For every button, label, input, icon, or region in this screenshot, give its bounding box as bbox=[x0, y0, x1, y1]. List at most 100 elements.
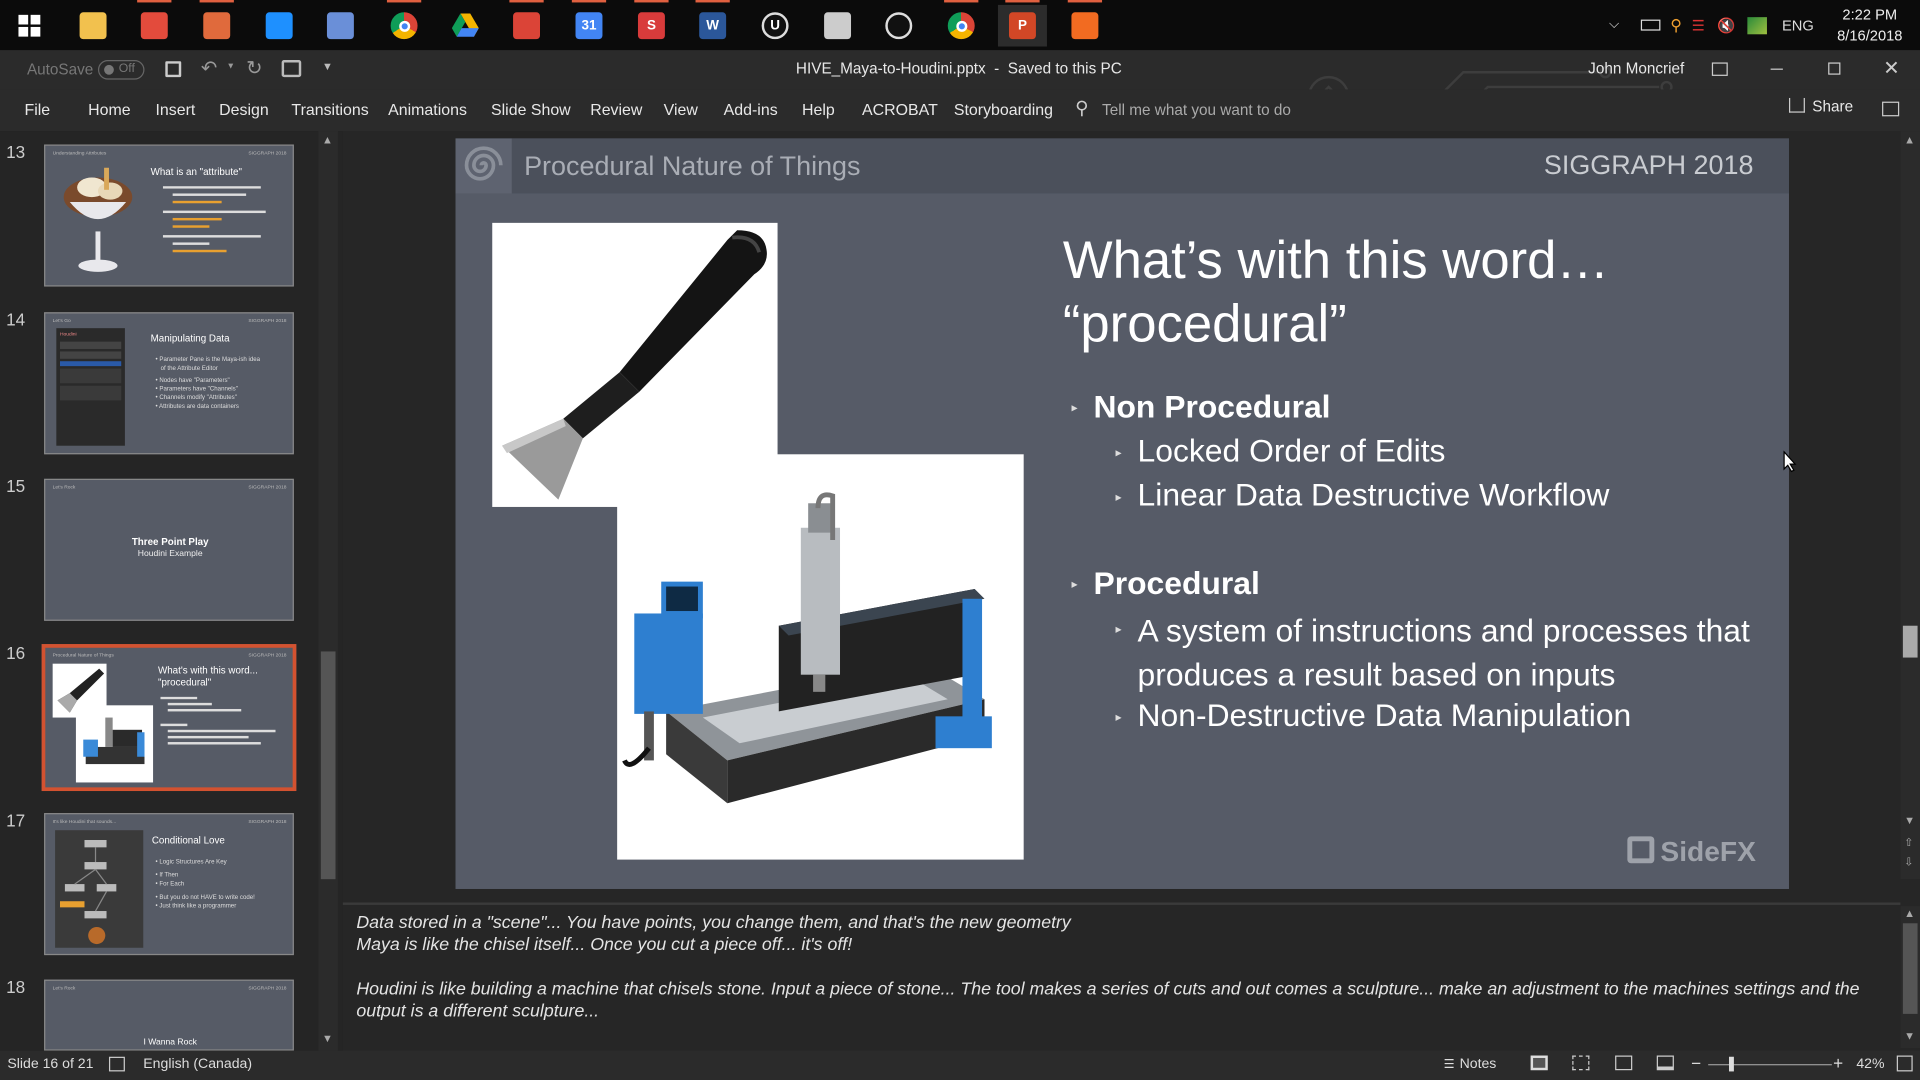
taskbar-app-gmail[interactable] bbox=[502, 0, 551, 47]
zoom-level[interactable]: 42% bbox=[1856, 1057, 1884, 1072]
thumbnail-scrollbar[interactable]: ▲ ▼ bbox=[318, 131, 338, 1051]
scroll-down-arrow-icon[interactable]: ▼ bbox=[1904, 1030, 1915, 1042]
taskbar-app-scanner-app[interactable] bbox=[813, 5, 862, 47]
bullet-line: A system of instructions and processes t… bbox=[1137, 612, 1750, 649]
slide-canvas[interactable]: Procedural Nature of Things SIGGRAPH 201… bbox=[455, 138, 1789, 889]
slide-thumbnail-18[interactable]: Let's Rock SIGGRAPH 2018 I Wanna Rock bbox=[44, 979, 294, 1051]
tab-help[interactable]: Help bbox=[802, 100, 835, 118]
taskbar-app-notes-app[interactable] bbox=[316, 5, 365, 47]
slide-scrollbar[interactable]: ▲ ▼ ⇧ ⇩ bbox=[1900, 131, 1920, 880]
tab-transitions[interactable]: Transitions bbox=[291, 100, 368, 118]
system-clock[interactable]: 2:22 PM 8/16/2018 bbox=[1832, 5, 1908, 47]
document-title: HIVE_Maya-to-Houdini.pptx - Saved to thi… bbox=[795, 60, 1122, 78]
bullet-system-of-instructions: A system of instructions and processes t… bbox=[1138, 609, 1750, 697]
customize-quick-access-icon[interactable]: ▼ bbox=[322, 60, 333, 72]
taskbar-app-aperture-app[interactable] bbox=[874, 5, 923, 47]
start-from-beginning-icon[interactable] bbox=[281, 60, 302, 78]
zoom-slider-handle[interactable] bbox=[1728, 1056, 1734, 1072]
slide-thumbnail-14[interactable]: Let's Go SIGGRAPH 2018 Houdini Manipulat… bbox=[44, 312, 294, 455]
zoom-out-icon[interactable]: − bbox=[1691, 1053, 1701, 1073]
scroll-up-arrow-icon[interactable]: ▲ bbox=[322, 133, 333, 145]
slide-show-view-icon[interactable] bbox=[1656, 1055, 1674, 1071]
tab-view[interactable]: View bbox=[664, 100, 698, 118]
tab-file[interactable]: File bbox=[24, 100, 50, 118]
slide-sorter-view-icon[interactable] bbox=[1572, 1055, 1590, 1071]
restore-icon[interactable] bbox=[1828, 62, 1841, 75]
taskbar-app-calendar[interactable]: 31 bbox=[564, 0, 613, 47]
network-status-icon[interactable]: ☰ bbox=[1692, 17, 1705, 34]
close-window-icon[interactable]: ✕ bbox=[1883, 56, 1899, 80]
taskbar-app-app-orange[interactable] bbox=[192, 0, 241, 47]
show-hidden-icons-chevron-icon[interactable]: ⌵ bbox=[1609, 17, 1629, 33]
windows-taskbar: 31 S W U P ⌵ ⚲ ☰ 🔇 ENG 2:22 PM 8/16/2018 bbox=[0, 0, 1920, 51]
tab-acrobat[interactable]: ACROBAT bbox=[862, 100, 938, 118]
slide-thumbnail-13[interactable]: Understanding Attributes SIGGRAPH 2018 W… bbox=[44, 144, 294, 287]
battery-icon[interactable] bbox=[1640, 19, 1661, 31]
scroll-up-arrow-icon[interactable]: ▲ bbox=[1904, 133, 1915, 145]
taskbar-app-houdini[interactable] bbox=[1060, 0, 1109, 47]
scroll-thumb[interactable] bbox=[1902, 625, 1918, 658]
search-app-tray-icon[interactable]: ⚲ bbox=[1670, 15, 1682, 35]
tab-animations[interactable]: Animations bbox=[388, 100, 467, 118]
save-icon[interactable] bbox=[165, 61, 182, 78]
zoom-slider[interactable] bbox=[1708, 1056, 1832, 1072]
thumbnail-header: Understanding Attributes bbox=[52, 149, 107, 156]
tab-storyboarding[interactable]: Storyboarding bbox=[954, 100, 1053, 118]
notes-toggle-button[interactable]: ☰ Notes bbox=[1444, 1057, 1497, 1072]
sub-bullet-arrow-icon: ▸ bbox=[1115, 446, 1122, 461]
tab-slide-show[interactable]: Slide Show bbox=[491, 100, 571, 118]
fit-slide-to-window-icon[interactable] bbox=[1896, 1055, 1913, 1072]
notes-scrollbar[interactable]: ▲ ▼ bbox=[1900, 906, 1920, 1049]
taskbar-app-file-explorer[interactable] bbox=[69, 5, 118, 47]
account-user-name[interactable]: John Moncrief bbox=[1588, 60, 1684, 77]
ribbon-display-options-icon[interactable] bbox=[1711, 62, 1728, 76]
comments-icon[interactable] bbox=[1882, 101, 1900, 117]
undo-dropdown-icon[interactable]: ▼ bbox=[227, 62, 235, 71]
thumbnail-header: Procedural Nature of Things bbox=[52, 651, 114, 658]
normal-view-icon[interactable] bbox=[1530, 1055, 1548, 1071]
scroll-thumb[interactable] bbox=[320, 651, 336, 880]
reading-view-icon[interactable] bbox=[1615, 1055, 1633, 1071]
taskbar-app-app-red[interactable] bbox=[130, 0, 179, 47]
zoom-in-icon[interactable]: + bbox=[1833, 1053, 1843, 1073]
minimize-icon[interactable] bbox=[1770, 68, 1783, 70]
tab-home[interactable]: Home bbox=[88, 100, 130, 118]
scroll-up-arrow-icon[interactable]: ▲ bbox=[1904, 907, 1915, 919]
taskbar-app-chrome-profile[interactable] bbox=[937, 0, 986, 47]
taskbar-app-unreal[interactable]: U bbox=[751, 5, 800, 47]
taskbar-app-sheets-app[interactable]: S bbox=[627, 0, 676, 47]
tab-add-ins[interactable]: Add-ins bbox=[724, 100, 778, 118]
volume-muted-icon[interactable]: 🔇 bbox=[1717, 17, 1735, 34]
taskbar-app-checkbox-app[interactable] bbox=[255, 5, 304, 47]
clock-time: 2:22 PM bbox=[1842, 6, 1898, 24]
taskbar-app-google-drive[interactable] bbox=[441, 5, 490, 47]
scroll-down-arrow-icon[interactable]: ▼ bbox=[1904, 814, 1915, 826]
scroll-down-arrow-icon[interactable]: ▼ bbox=[322, 1032, 333, 1044]
autosave-toggle[interactable]: Off bbox=[97, 60, 145, 80]
redo-icon[interactable]: ↻ bbox=[246, 56, 262, 80]
taskbar-app-powerpoint[interactable]: P bbox=[997, 0, 1047, 47]
speaker-notes-pane[interactable]: Data stored in a "scene"... You have poi… bbox=[342, 902, 1901, 1050]
taskbar-app-chrome[interactable] bbox=[380, 0, 429, 47]
tab-review[interactable]: Review bbox=[590, 100, 642, 118]
sidefx-logo-icon bbox=[1627, 836, 1655, 864]
share-button[interactable]: Share bbox=[1788, 97, 1853, 115]
taskbar-app-word[interactable]: W bbox=[688, 0, 737, 47]
language-indicator[interactable]: English (Canada) bbox=[143, 1057, 252, 1072]
google-drive-icon bbox=[451, 12, 479, 39]
input-language-indicator[interactable]: ENG bbox=[1782, 17, 1814, 34]
slide-thumbnail-17[interactable]: It's like Houdini that sounds... SIGGRAP… bbox=[44, 813, 294, 956]
taskbar-app-windows-start[interactable] bbox=[5, 5, 54, 47]
tab-insert[interactable]: Insert bbox=[156, 100, 196, 118]
undo-icon[interactable]: ↶ bbox=[201, 56, 217, 80]
previous-slide-icon[interactable]: ⇧ bbox=[1904, 836, 1913, 849]
color-app-tray-icon[interactable] bbox=[1747, 16, 1768, 34]
next-slide-icon[interactable]: ⇩ bbox=[1904, 856, 1913, 869]
slide-thumbnail-15[interactable]: Let's Rock SIGGRAPH 2018 Three Point Pla… bbox=[44, 478, 294, 621]
tab-design[interactable]: Design bbox=[219, 100, 269, 118]
spell-check-icon[interactable] bbox=[108, 1056, 125, 1072]
tell-me-search[interactable]: ⚲ Tell me what you want to do bbox=[1075, 97, 1320, 124]
thumbnail-bullet: • Nodes have "Parameters" bbox=[155, 377, 230, 385]
slide-thumbnail-16-selected[interactable]: Procedural Nature of Things SIGGRAPH 201… bbox=[41, 644, 297, 792]
scroll-thumb[interactable] bbox=[1902, 923, 1918, 1014]
